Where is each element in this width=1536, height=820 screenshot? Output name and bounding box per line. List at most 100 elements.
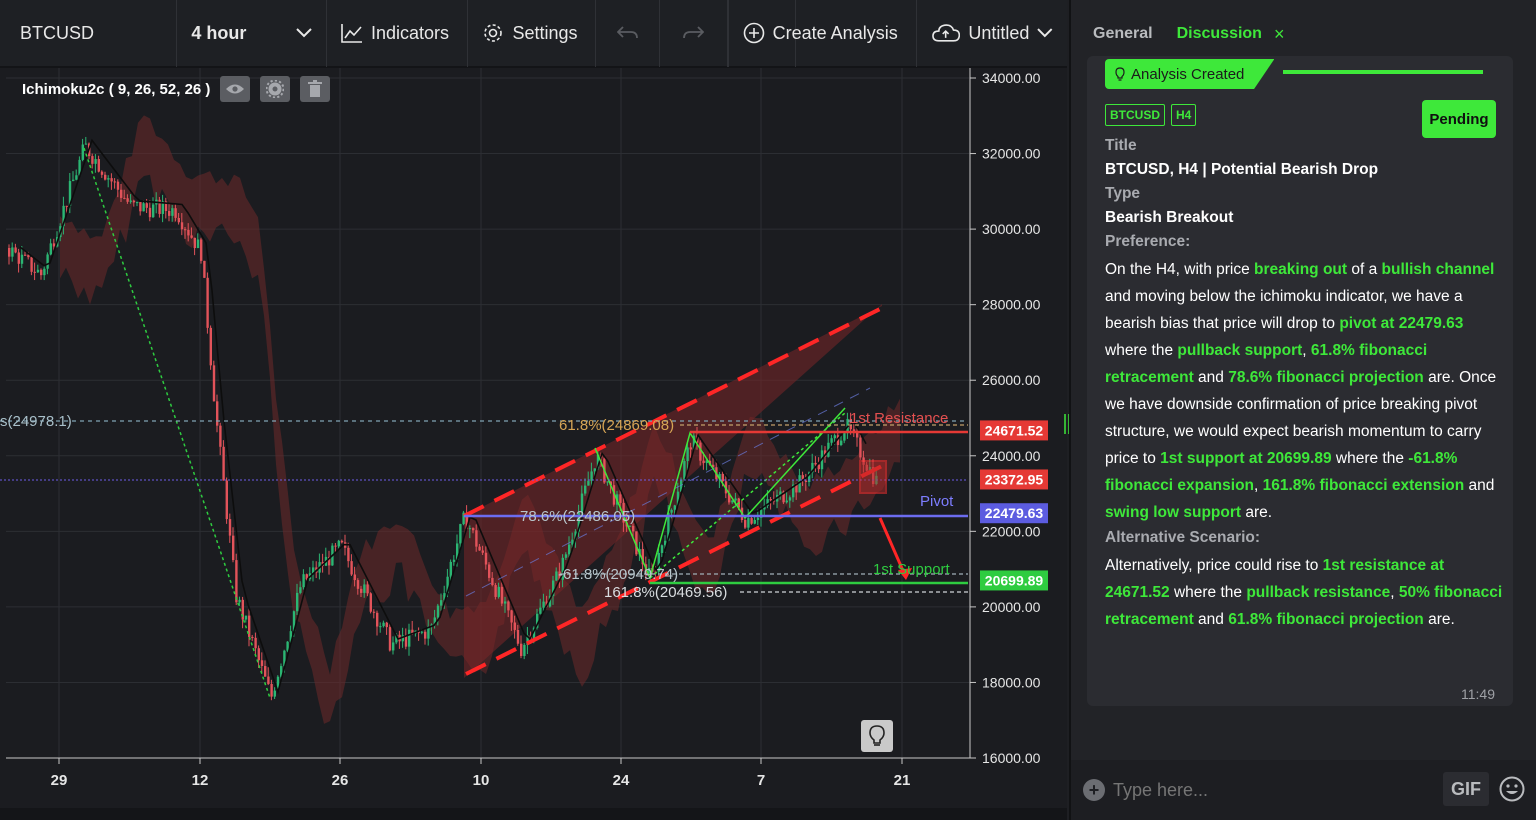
text-run: , — [1254, 477, 1263, 494]
support-text: 1st Support — [873, 561, 951, 578]
text-run: are. — [1241, 504, 1273, 521]
message-composer: + GIF — [1071, 760, 1536, 820]
symbol-selector[interactable]: BTCUSD — [0, 0, 178, 67]
date-tick-label: 7 — [757, 772, 765, 789]
price-tick-label: 28000.00 — [982, 297, 1041, 313]
tag-symbol: BTCUSD — [1105, 104, 1165, 126]
time-axis[interactable]: 29 12 26 10 24 7 21 — [51, 758, 911, 789]
chevron-down-icon — [296, 28, 312, 38]
text-run: and — [1193, 611, 1229, 628]
price-tick-label: 20000.00 — [982, 599, 1041, 615]
tab-discussion[interactable]: Discussion × — [1177, 24, 1285, 45]
price-tick-label: 34000.00 — [982, 70, 1041, 86]
lightbulb-button[interactable] — [861, 720, 893, 752]
gear-icon — [484, 24, 503, 42]
text-run: of a — [1347, 261, 1382, 278]
text-run: , — [1302, 342, 1311, 359]
price-badges: 24671.52 23372.95 22479.63 20699.89 — [980, 420, 1048, 591]
text-run: Alternatively, price could rise to — [1105, 557, 1323, 574]
highlight-term: 78.6% fibonacci projection — [1228, 369, 1424, 386]
highlight-term: bullish channel — [1381, 261, 1495, 278]
undo-button[interactable] — [596, 0, 660, 67]
price-axis[interactable]: 34000.00 32000.00 30000.00 28000.00 26000.00… — [970, 70, 1041, 766]
eye-icon[interactable] — [220, 76, 251, 102]
text-run: are. — [1423, 611, 1455, 628]
line-chart-icon — [341, 24, 362, 43]
price-badge-label: 23372.95 — [985, 471, 1044, 487]
status-badge: Pending — [1422, 100, 1496, 138]
highlight-term: 1st support at 20699.89 — [1160, 450, 1332, 467]
text-run: where the — [1169, 584, 1247, 601]
interval-selector[interactable]: 4 hour — [177, 0, 327, 67]
analysis-tags: BTCUSD H4 — [1105, 104, 1197, 126]
close-icon[interactable]: × — [1274, 24, 1285, 45]
indicators-button[interactable]: Indicators — [327, 0, 469, 67]
analysis-content: Title BTCUSD, H4 | Potential Bearish Dro… — [1105, 134, 1505, 633]
create-analysis-button[interactable]: Create Analysis — [727, 0, 917, 67]
undo-icon — [616, 26, 638, 39]
chevron-down-icon — [1037, 28, 1053, 38]
chart-canvas[interactable]: s(24978.1) 61.8%(24869.08) 1st Resistanc… — [0, 68, 1067, 808]
symbol-label: BTCUSD — [20, 22, 95, 43]
preference-label: Preference: — [1105, 233, 1191, 250]
breakout-box — [859, 460, 887, 494]
lightbulb-icon — [869, 725, 885, 746]
price-tick-label: 24000.00 — [982, 448, 1041, 464]
price-tick-label: 26000.00 — [982, 372, 1041, 388]
date-tick-label: 12 — [192, 772, 209, 789]
settings-label: Settings — [512, 22, 578, 43]
message-timestamp: 11:49 — [1461, 686, 1495, 702]
highlight-term: pullback resistance — [1246, 584, 1391, 601]
indicator-legend: Ichimoku2c ( 9, 26, 52, 26 ) — [22, 76, 331, 102]
layout-name-label: Untitled — [968, 22, 1030, 43]
create-analysis-label: Create Analysis — [772, 22, 898, 43]
date-tick-label: 21 — [894, 772, 911, 789]
fib-786-text: 78.6%(22486.05) — [520, 508, 635, 525]
analysis-type: Bearish Breakout — [1105, 209, 1234, 226]
gif-button[interactable]: GIF — [1443, 772, 1489, 806]
price-chart[interactable]: s(24978.1) 61.8%(24869.08) 1st Resistanc… — [0, 68, 1067, 808]
text-run: where the — [1105, 342, 1178, 359]
highlight-term: 161.8% fibonacci extension — [1262, 477, 1465, 494]
message-input[interactable] — [1113, 779, 1433, 801]
price-tick-label: 32000.00 — [982, 146, 1041, 162]
layout-menu-button[interactable]: Untitled — [917, 0, 1067, 67]
price-tick-label: 22000.00 — [982, 523, 1041, 539]
fib-1618-text: 161.8%(20469.56) — [604, 584, 727, 601]
emoji-icon[interactable] — [1499, 776, 1525, 802]
chart-status-strip — [0, 808, 1067, 820]
tab-general[interactable]: General — [1093, 25, 1153, 43]
price-badge-label: 22479.63 — [985, 505, 1044, 521]
gear-icon[interactable] — [260, 76, 291, 102]
date-tick-label: 26 — [332, 772, 349, 789]
resistance-text: 1st Resistance — [850, 410, 948, 427]
analysis-title: BTCUSD, H4 | Potential Bearish Drop — [1105, 161, 1379, 178]
trash-icon[interactable] — [300, 76, 331, 102]
price-tick-label: 18000.00 — [982, 674, 1041, 690]
text-run: and — [1464, 477, 1495, 494]
text-run: On the H4, with price — [1105, 261, 1255, 278]
text-run: and — [1193, 369, 1229, 386]
text-run: where the — [1331, 450, 1409, 467]
indicator-legend-text: Ichimoku2c ( 9, 26, 52, 26 ) — [22, 80, 211, 98]
text-run: , — [1390, 584, 1399, 601]
price-tick-label: 16000.00 — [982, 750, 1041, 766]
date-tick-label: 24 — [613, 772, 630, 789]
fib-618-low-text: -61.8%(20949.74) — [558, 566, 678, 583]
pivot-text: Pivot — [920, 493, 954, 510]
price-badge-label: 20699.89 — [985, 572, 1044, 588]
fib-618-top-text: 61.8%(24869.08) — [559, 417, 674, 434]
highlight-term: pullback support — [1177, 342, 1303, 359]
highlight-term: breaking out — [1254, 261, 1348, 278]
price-badge-label: 24671.52 — [985, 422, 1044, 438]
highlight-term: swing low support — [1105, 504, 1242, 521]
settings-button[interactable]: Settings — [468, 0, 597, 67]
cloud-upload-icon — [932, 24, 961, 42]
plus-circle-icon — [743, 22, 764, 44]
add-attachment-icon[interactable]: + — [1083, 779, 1105, 801]
app-root: BTCUSD 4 hour Indicators Settings Create… — [0, 0, 1536, 820]
redo-button[interactable] — [660, 0, 728, 67]
preference-text: On the H4, with price breaking out of a … — [1105, 256, 1505, 526]
chart-toolbar: BTCUSD 4 hour Indicators Settings Create… — [0, 0, 1067, 68]
date-tick-label: 29 — [51, 772, 68, 789]
